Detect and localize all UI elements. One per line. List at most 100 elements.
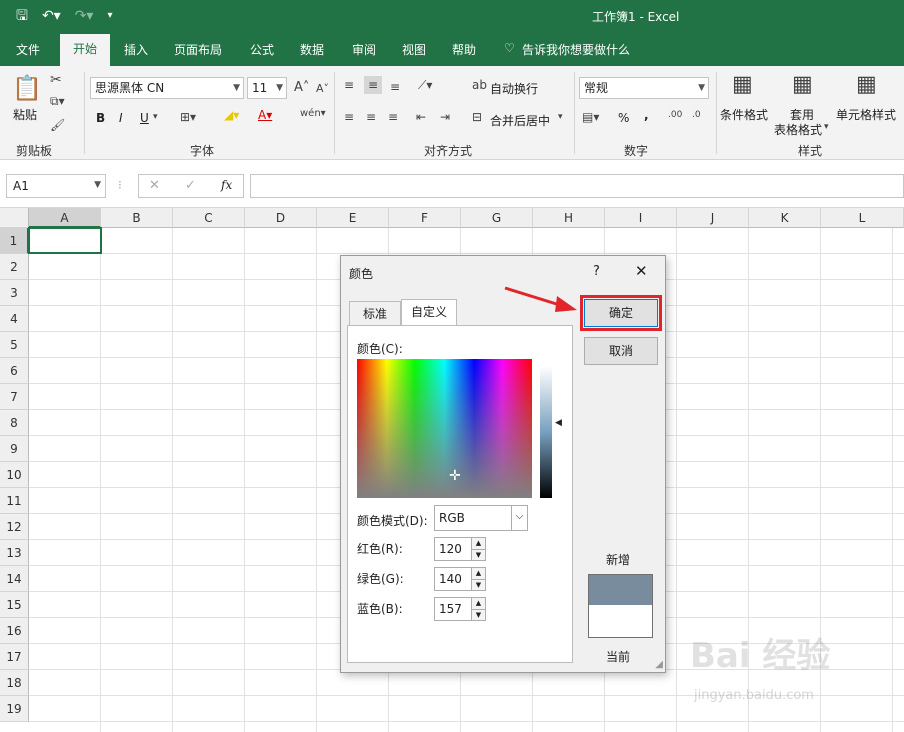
chevron-down-icon[interactable]: ▾ [558,112,563,122]
chevron-up-icon[interactable]: ▲ [471,538,485,549]
row-header-16[interactable]: 16 [0,618,29,644]
column-header-j[interactable]: J [677,208,749,228]
insert-function-button[interactable]: fx [221,178,232,192]
table-format-label-2[interactable]: 表格格式 [774,121,822,138]
crosshair-icon[interactable]: ✛ [449,468,461,484]
increase-indent-icon[interactable]: ⇥ [440,110,450,124]
grow-font-icon[interactable]: A˄ [294,80,309,95]
comma-button[interactable]: , [644,108,649,122]
luminance-slider[interactable] [540,366,552,498]
row-header-10[interactable]: 10 [0,462,29,488]
phonetic-icon[interactable]: wén▾ [300,108,326,119]
cell-style-icon[interactable]: ▦ [856,72,877,97]
chevron-up-icon[interactable]: ▲ [471,568,485,579]
increase-decimal-icon[interactable]: .00 [668,110,682,120]
chevron-down-icon[interactable]: ▼ [471,609,485,620]
row-header-15[interactable]: 15 [0,592,29,618]
row-header-17[interactable]: 17 [0,644,29,670]
tab-home[interactable]: 开始 [60,34,110,66]
border-icon[interactable]: ⊞▾ [180,110,196,124]
customize-qat-icon[interactable]: ▾ [107,7,112,25]
shrink-font-icon[interactable]: A˅ [316,82,329,95]
resize-grip-icon[interactable]: ◢ [655,659,663,670]
green-stepper[interactable]: 140 ▲ ▼ [434,567,486,591]
fill-color-icon[interactable]: ◢▾ [224,108,239,122]
paste-icon[interactable]: 📋 [12,74,42,102]
percent-button[interactable]: % [618,111,629,125]
orientation-icon[interactable]: ⟋▾ [418,78,432,93]
row-header-5[interactable]: 5 [0,332,29,358]
align-bottom-icon[interactable]: ≡ [390,80,400,94]
conditional-format-button[interactable]: 条件格式 [720,106,768,123]
copy-icon[interactable]: ⧉▾ [50,94,65,109]
row-header-14[interactable]: 14 [0,566,29,592]
color-spectrum[interactable] [357,359,532,498]
merge-center-icon[interactable]: ⊟ [472,110,482,124]
cancel-icon[interactable]: ✕ [149,178,160,193]
column-header-b[interactable]: B [101,208,173,228]
close-icon[interactable]: ✕ [635,262,648,280]
chevron-down-icon[interactable]: ▼ [471,579,485,590]
tab-insert[interactable]: 插入 [124,41,148,58]
row-header-7[interactable]: 7 [0,384,29,410]
column-header-g[interactable]: G [461,208,533,228]
row-header-19[interactable]: 19 [0,696,29,722]
merge-center-button[interactable]: 合并后居中 [490,112,550,129]
tab-formulas[interactable]: 公式 [250,41,274,58]
name-box[interactable]: A1 ▼ [6,174,106,198]
wrap-text-icon[interactable]: ab [472,78,487,92]
undo-icon[interactable]: ↶▾ [42,7,61,25]
column-header-d[interactable]: D [245,208,317,228]
number-format-select[interactable]: 常规 ▼ [579,77,709,99]
align-left-icon[interactable]: ≡ [344,110,354,124]
row-header-2[interactable]: 2 [0,254,29,280]
row-header-3[interactable]: 3 [0,280,29,306]
luminance-arrow-icon[interactable]: ◀ [555,418,562,428]
row-header-11[interactable]: 11 [0,488,29,514]
underline-button[interactable]: U [140,111,149,125]
tab-help[interactable]: 帮助 [452,41,476,58]
row-header-8[interactable]: 8 [0,410,29,436]
ok-button[interactable]: 确定 [580,295,662,331]
bold-button[interactable]: B [96,111,105,125]
active-cell-a1[interactable] [28,227,102,254]
row-header-4[interactable]: 4 [0,306,29,332]
tell-me-search[interactable]: 告诉我你想要做什么 [522,41,630,58]
cancel-button[interactable]: 取消 [584,337,658,365]
format-painter-icon[interactable]: 🖌 [50,118,65,132]
column-header-f[interactable]: F [389,208,461,228]
blue-stepper[interactable]: 157 ▲ ▼ [434,597,486,621]
tab-review[interactable]: 审阅 [352,41,376,58]
paste-label[interactable]: 粘贴 [13,106,37,123]
cell-style-button[interactable]: 单元格样式 [836,106,896,123]
italic-button[interactable]: I [119,111,123,125]
row-header-1[interactable]: 1 [0,228,29,254]
redo-icon[interactable]: ↷▾ [75,7,94,25]
row-header-12[interactable]: 12 [0,514,29,540]
chevron-down-icon[interactable]: ▾ [824,122,829,132]
tab-page-layout[interactable]: 页面布局 [174,41,222,58]
column-header-a[interactable]: A [29,208,101,228]
font-name-select[interactable]: 思源黑体 CN ▼ [90,77,244,99]
column-header-c[interactable]: C [173,208,245,228]
align-middle-icon[interactable]: ≡ [364,76,383,94]
decrease-decimal-icon[interactable]: .0 [692,110,701,120]
chevron-up-icon[interactable]: ▲ [471,598,485,609]
column-header-k[interactable]: K [749,208,821,228]
conditional-format-icon[interactable]: ▦ [732,72,753,97]
row-header-18[interactable]: 18 [0,670,29,696]
table-format-icon[interactable]: ▦ [792,72,813,97]
cut-icon[interactable]: ✂ [50,72,62,88]
select-all-corner[interactable] [0,208,29,228]
row-header-9[interactable]: 9 [0,436,29,462]
column-header-l[interactable]: L [821,208,904,228]
tab-standard[interactable]: 标准 [349,301,401,325]
row-header-13[interactable]: 13 [0,540,29,566]
decrease-indent-icon[interactable]: ⇤ [416,110,426,124]
align-right-icon[interactable]: ≡ [388,110,398,124]
help-icon[interactable]: ? [593,264,600,279]
align-center-icon[interactable]: ≡ [366,110,376,124]
font-color-icon[interactable]: A▾ [258,108,272,122]
color-mode-select[interactable]: RGB ⌵ [434,505,528,531]
font-size-select[interactable]: 11 ▼ [247,77,287,99]
